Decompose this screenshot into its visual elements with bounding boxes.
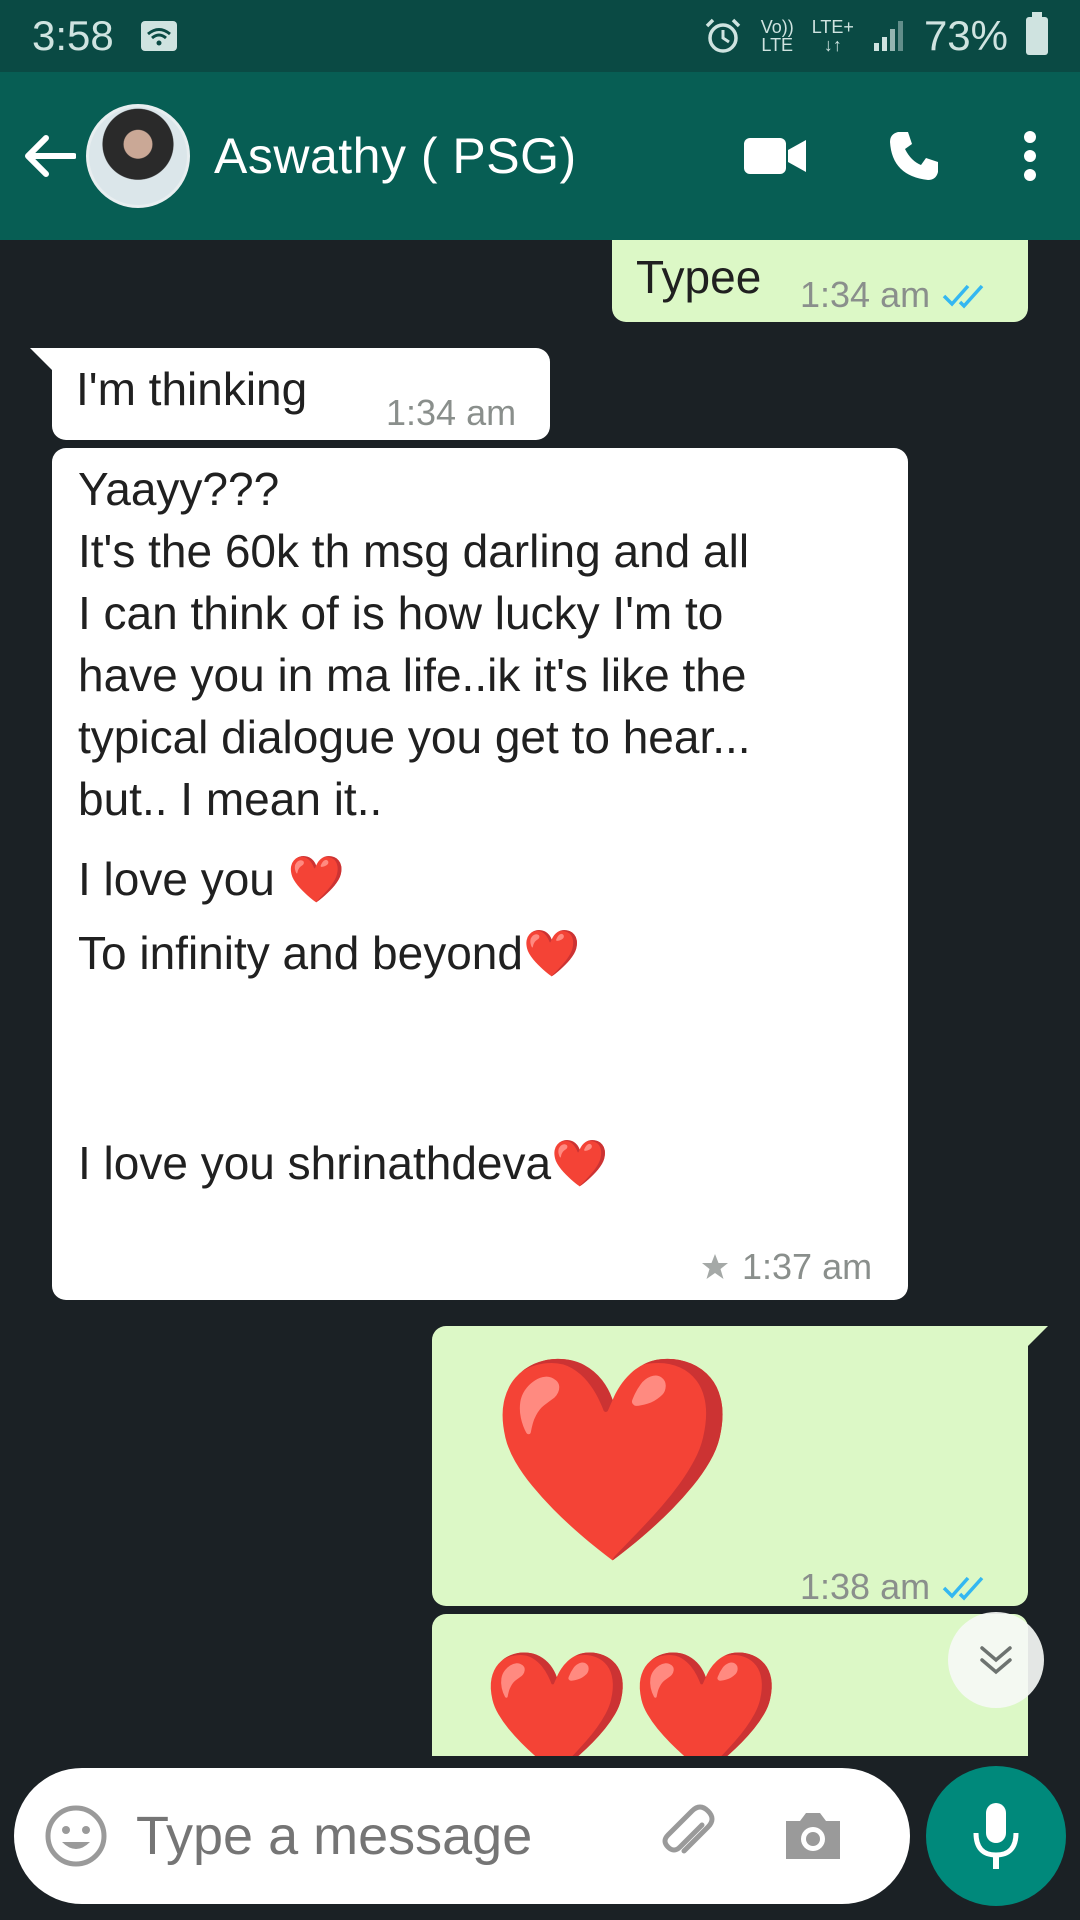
back-button[interactable] bbox=[20, 126, 80, 186]
message-text: I'm thinking bbox=[76, 363, 308, 415]
double-chevron-down-icon bbox=[980, 1646, 1012, 1675]
message-meta: 1:37 am bbox=[700, 1236, 872, 1298]
bubble-tail bbox=[1026, 1326, 1048, 1348]
emoji-icon[interactable] bbox=[44, 1804, 108, 1868]
paperclip-icon[interactable] bbox=[656, 1803, 722, 1869]
contact-name[interactable]: Aswathy ( PSG) bbox=[214, 127, 577, 185]
camera-icon[interactable] bbox=[782, 1809, 844, 1863]
message-input-bar bbox=[14, 1768, 910, 1904]
bubble-tail bbox=[30, 348, 52, 370]
scroll-to-bottom-button[interactable] bbox=[948, 1612, 1044, 1708]
message-incoming-1[interactable]: I'm thinking 1:34 am bbox=[52, 348, 550, 440]
data-arrows-icon: ↓↑ bbox=[823, 35, 842, 55]
battery-icon bbox=[1026, 12, 1048, 55]
volte-indicator: Vo)) LTE bbox=[760, 17, 794, 55]
message-meta: 1:38 am bbox=[800, 1556, 990, 1618]
message-outgoing-3[interactable]: ❤️❤️ bbox=[432, 1614, 1028, 1756]
message-time: 1:37 am bbox=[742, 1246, 873, 1287]
status-bar: 3:58 Vo)) LTE LTE+ ↓↑ 73% bbox=[0, 0, 1080, 72]
alarm-icon bbox=[705, 18, 740, 53]
signal-icon bbox=[873, 21, 903, 51]
lte-indicator: LTE+ ↓↑ bbox=[811, 17, 854, 55]
header-actions bbox=[744, 128, 1038, 184]
heart-emoji: ❤️ bbox=[488, 1348, 738, 1571]
arrow-left-icon bbox=[25, 135, 76, 177]
more-options-icon[interactable] bbox=[1022, 131, 1038, 181]
star-icon bbox=[702, 1254, 728, 1279]
message-input[interactable] bbox=[136, 1805, 636, 1867]
status-right: Vo)) LTE LTE+ ↓↑ 73% bbox=[703, 12, 1048, 60]
screen: 3:58 Vo)) LTE LTE+ ↓↑ 73% Aswathy (PSG)… bbox=[0, 0, 1080, 1920]
avatar[interactable] bbox=[86, 104, 190, 208]
voice-message-button[interactable] bbox=[926, 1766, 1066, 1906]
message-outgoing-2[interactable]: ❤️ 1:38 am bbox=[432, 1326, 1028, 1607]
double-check-icon bbox=[942, 1576, 984, 1601]
message-incoming-2[interactable]: Yaayy??? It's the 60k th msg darling and… bbox=[52, 448, 908, 1300]
heart-emoji-pair: ❤️❤️ bbox=[482, 1646, 781, 1756]
wifi-icon bbox=[140, 21, 177, 51]
chat-header: Aswathy ( PSG) bbox=[0, 72, 1080, 240]
message-time: 1:34 am bbox=[386, 392, 517, 433]
message-outgoing-1[interactable]: Typee 1:34 am bbox=[612, 240, 1028, 322]
message-text: Typee bbox=[636, 251, 762, 303]
message-time: 1:34 am bbox=[800, 274, 931, 315]
message-text: Yaayy??? It's the 60k th msg darling and… bbox=[78, 463, 751, 1189]
battery-percent: 73% bbox=[923, 12, 1008, 59]
video-call-icon[interactable] bbox=[744, 136, 806, 176]
chat-area[interactable]: Typee 1:34 am I'm thinking 1:34 am Yaayy… bbox=[0, 240, 1080, 1756]
message-time: 1:38 am bbox=[800, 1566, 931, 1607]
microphone-icon bbox=[973, 1803, 1019, 1869]
voice-call-icon[interactable] bbox=[886, 128, 942, 184]
double-check-icon bbox=[942, 284, 984, 309]
message-meta: 1:34 am bbox=[800, 264, 990, 326]
status-time: 3:58 bbox=[32, 12, 114, 59]
